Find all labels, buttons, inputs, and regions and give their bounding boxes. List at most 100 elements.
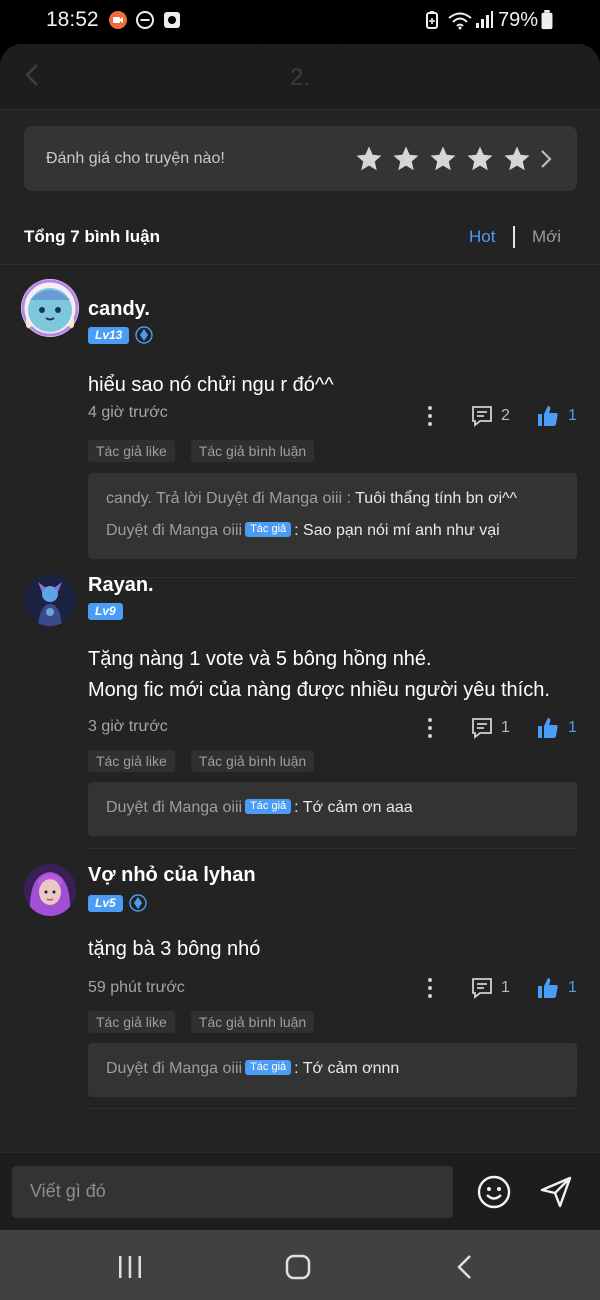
author-liked-tag: Tác giả like xyxy=(88,1011,175,1033)
wifi-icon xyxy=(448,12,472,30)
comment-count: Tổng 7 bình luận xyxy=(24,227,160,246)
star-icon[interactable] xyxy=(391,144,421,174)
reply-author: candy. Trả lời Duyệt đi Manga oiii : xyxy=(106,490,356,507)
thumbs-up-icon xyxy=(538,718,558,738)
do-not-disturb-icon xyxy=(136,11,154,29)
divider xyxy=(88,848,577,849)
author-commented-tag: Tác giả bình luận xyxy=(190,440,315,462)
reply-message: : Sao pạn nói mí anh như vại xyxy=(294,522,500,539)
star-icon[interactable] xyxy=(465,144,495,174)
reply-button[interactable]: 2 xyxy=(470,404,520,428)
divider xyxy=(88,1108,577,1109)
comment-text: hiểu sao nó chửi ngu r đó^^ xyxy=(88,374,334,396)
comment-time: 3 giờ trước xyxy=(88,718,168,735)
more-vertical-icon[interactable] xyxy=(420,716,440,740)
divider xyxy=(88,577,577,578)
comment-text: Tặng nàng 1 vote và 5 bông hồng nhé. Mon… xyxy=(88,644,550,706)
sort-separator xyxy=(513,226,515,248)
like-button[interactable]: 1 xyxy=(536,975,586,1001)
like-count: 1 xyxy=(568,407,577,424)
reply-button[interactable]: 1 xyxy=(470,716,520,740)
diamond-icon xyxy=(135,326,154,344)
tag-list: Tác giả like Tác giả bình luận xyxy=(88,440,315,462)
reply-message: : Tớ cảm ơnnn xyxy=(294,1060,400,1077)
avatar[interactable] xyxy=(20,278,80,338)
badges: Lv9 xyxy=(88,603,123,620)
star-icon[interactable] xyxy=(428,144,458,174)
author-commented-tag: Tác giả bình luận xyxy=(190,1011,315,1033)
avatar[interactable] xyxy=(24,864,76,916)
tag-list: Tác giả like Tác giả bình luận xyxy=(88,1011,315,1033)
author-commented-tag: Tác giả bình luận xyxy=(190,750,315,772)
app-notification-icon xyxy=(164,12,180,28)
sort-hot-tab[interactable]: Hot xyxy=(469,227,495,247)
recording-icon xyxy=(109,11,127,29)
reply-list[interactable]: Duyệt đi Manga oiii Tác giả: Tớ cảm ơnnn xyxy=(88,1043,577,1097)
author-badge: Tác giả xyxy=(245,799,292,814)
reply-button[interactable]: 1 xyxy=(470,976,520,1000)
back-icon[interactable] xyxy=(451,1252,481,1282)
page-title: 2. xyxy=(289,64,310,91)
comment-icon xyxy=(472,718,492,739)
comment-input[interactable]: Viết gì đó xyxy=(12,1166,453,1218)
reply-item: Duyệt đi Manga oiii Tác giả: Tớ cảm ơnnn xyxy=(106,1053,559,1085)
level-badge: Lv5 xyxy=(88,894,123,912)
battery-saver-icon xyxy=(426,11,438,29)
avatar-image xyxy=(24,574,76,626)
author-badge: Tác giả xyxy=(245,1060,292,1075)
chevron-right-icon[interactable] xyxy=(538,147,554,171)
comment-time: 59 phút trước xyxy=(88,979,185,996)
send-icon[interactable] xyxy=(538,1174,574,1210)
reply-item: candy. Trả lời Duyệt đi Manga oiii : Tuô… xyxy=(106,483,559,515)
status-time: 18:52 xyxy=(46,8,99,31)
badges: Lv13 xyxy=(88,326,154,344)
recent-apps-icon[interactable] xyxy=(115,1252,145,1282)
reply-list[interactable]: candy. Trả lời Duyệt đi Manga oiii : Tuô… xyxy=(88,473,577,559)
badges: Lv5 xyxy=(88,894,147,912)
star-icon[interactable] xyxy=(502,144,532,174)
avatar-image xyxy=(24,864,76,916)
username[interactable]: Vợ nhỏ của lyhan xyxy=(88,864,256,887)
author-liked-tag: Tác giả like xyxy=(88,440,175,462)
reply-message: : Tớ cảm ơn aaa xyxy=(294,799,413,816)
divider xyxy=(0,264,600,265)
more-vertical-icon[interactable] xyxy=(420,404,440,428)
status-bar: 18:52 79% xyxy=(0,0,600,44)
reply-list[interactable]: Duyệt đi Manga oiii Tác giả: Tớ cảm ơn aa… xyxy=(88,782,577,836)
reply-count: 2 xyxy=(501,407,510,424)
comment-icon xyxy=(472,406,492,427)
avatar[interactable] xyxy=(24,574,76,626)
reply-author: Duyệt đi Manga oiii xyxy=(106,522,243,539)
reply-item: Duyệt đi Manga oiii Tác giả: Tớ cảm ơn aa… xyxy=(106,792,559,824)
emoji-icon[interactable] xyxy=(476,1174,512,1210)
rating-stars xyxy=(354,144,532,174)
sheet-handle[interactable] xyxy=(258,44,342,56)
comment-icon xyxy=(472,978,492,999)
author-badge: Tác giả xyxy=(245,522,292,537)
like-button[interactable]: 1 xyxy=(536,715,586,741)
battery-percent: 79% xyxy=(498,9,539,31)
battery-icon xyxy=(541,10,553,30)
comments-sheet: 2. Đánh giá cho truyện nào! Tổng 7 bình … xyxy=(0,44,600,1230)
like-count: 1 xyxy=(568,719,577,736)
thumbs-up-icon xyxy=(538,978,558,998)
reply-message: Tuôi thẩng tính bn ơi^^ xyxy=(355,490,518,507)
author-liked-tag: Tác giả like xyxy=(88,750,175,772)
comment-text-line: Tặng nàng 1 vote và 5 bông hồng nhé. xyxy=(88,648,432,670)
username[interactable]: candy. xyxy=(88,298,150,321)
rating-prompt: Đánh giá cho truyện nào! xyxy=(46,150,225,167)
sort-new-tab[interactable]: Mới xyxy=(532,227,561,247)
star-icon[interactable] xyxy=(354,144,384,174)
level-badge: Lv13 xyxy=(88,326,130,344)
reply-author: Duyệt đi Manga oiii xyxy=(106,1060,243,1077)
rating-box[interactable]: Đánh giá cho truyện nào! xyxy=(24,126,577,191)
home-icon[interactable] xyxy=(283,1252,313,1282)
username[interactable]: Rayan. xyxy=(88,574,154,597)
reply-item: Duyệt đi Manga oiii Tác giả: Sao pạn nói … xyxy=(106,515,559,547)
thumbs-up-icon xyxy=(538,406,558,426)
like-count: 1 xyxy=(568,979,577,996)
diamond-icon xyxy=(128,894,147,912)
tag-list: Tác giả like Tác giả bình luận xyxy=(88,750,315,772)
more-vertical-icon[interactable] xyxy=(420,976,440,1000)
like-button[interactable]: 1 xyxy=(536,403,586,429)
